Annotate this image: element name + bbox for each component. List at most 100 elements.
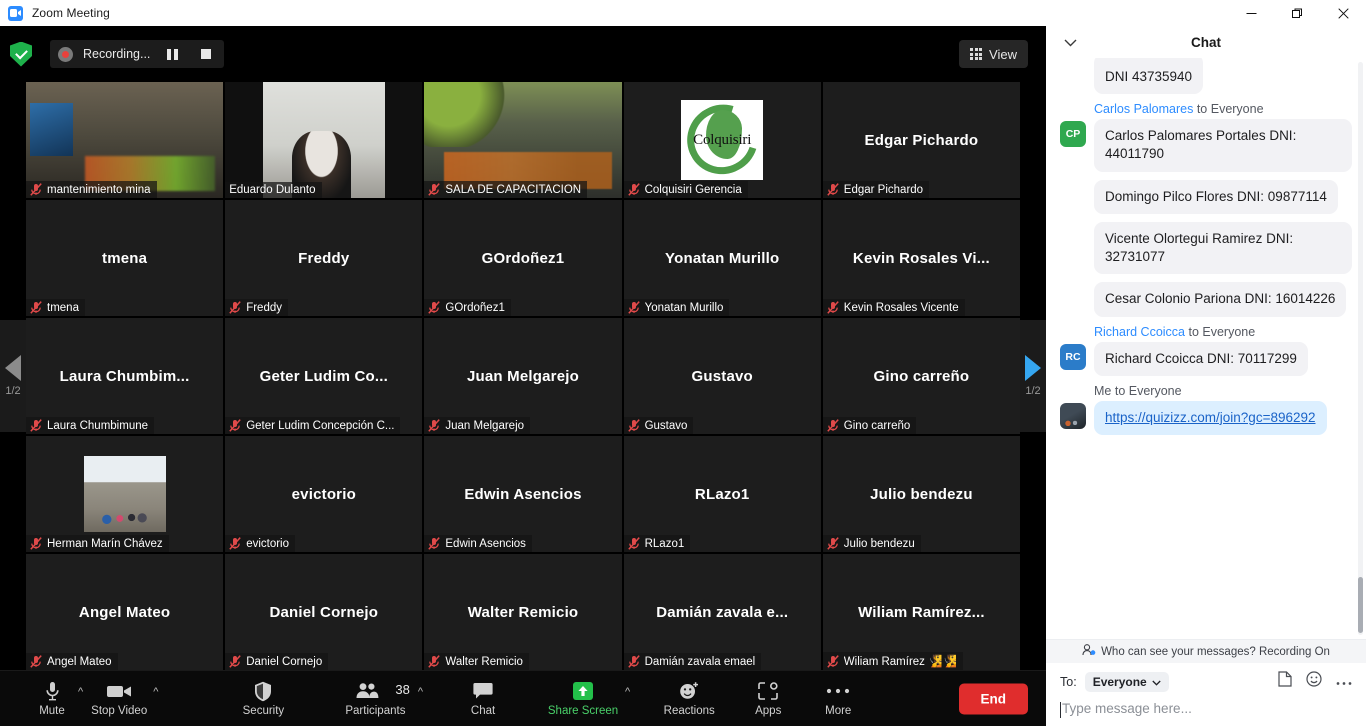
participant-tile[interactable]: tmena tmena (26, 200, 224, 316)
previous-page-button[interactable]: 1/2 (0, 82, 26, 670)
camera-icon (106, 680, 132, 702)
chat-message-sender: Me to Everyone (1094, 384, 1352, 398)
mute-button[interactable]: Mute (26, 680, 78, 717)
reactions-label: Reactions (663, 705, 715, 717)
participant-tile[interactable]: Geter Ludim Co... Geter Ludim Concepción … (225, 318, 423, 434)
participant-display-name: Damián zavala e... (656, 603, 789, 621)
muted-microphone-icon (229, 655, 241, 668)
next-page-button[interactable]: 1/2 (1020, 82, 1046, 670)
participant-display-name: Geter Ludim Co... (259, 367, 388, 385)
participant-name-label: Kevin Rosales Vicente (843, 301, 959, 314)
share-screen-button[interactable]: Share Screen (541, 680, 625, 717)
participant-name-label: Edgar Pichardo (843, 183, 924, 196)
reactions-button[interactable]: Reactions (656, 680, 722, 717)
chat-message: https://quizizz.com/join?gc=896292 (1060, 400, 1352, 435)
participant-name-label: evictorio (246, 537, 290, 550)
chat-message-input[interactable]: Type message here... (1060, 701, 1352, 718)
more-button[interactable]: More (814, 680, 862, 717)
chat-sender-recipient: to Everyone (1114, 383, 1182, 398)
participant-name-bar: Edwin Asencios (424, 535, 532, 552)
chat-recipient-select[interactable]: Everyone (1084, 671, 1169, 692)
window-body: Recording... View mantenimiento mina Edua… (0, 26, 1366, 726)
muted-microphone-icon (428, 655, 441, 668)
chat-message-bubble: Carlos Palomares Portales DNI: 44011790 (1094, 119, 1352, 172)
muted-microphone-icon (30, 183, 42, 196)
audio-options-caret-icon[interactable]: ^ (78, 686, 85, 712)
chat-button[interactable]: Chat (459, 680, 507, 717)
ellipsis-icon (826, 680, 850, 702)
participant-tile[interactable]: Damián zavala e... Damián zavala emael (623, 554, 821, 670)
participant-tile[interactable]: RLazo1 RLazo1 (623, 436, 821, 552)
shield-check-icon[interactable] (10, 41, 32, 67)
chat-label: Chat (470, 705, 496, 717)
chat-scrollbar[interactable] (1358, 62, 1363, 635)
more-label: More (825, 705, 852, 717)
participant-tile[interactable]: Laura Chumbim... Laura Chumbimune (26, 318, 224, 434)
shield-icon (254, 680, 272, 702)
smiley-icon[interactable] (1306, 671, 1322, 692)
chevron-down-icon[interactable] (1064, 35, 1077, 50)
restore-button[interactable] (1274, 0, 1320, 26)
muted-microphone-icon (627, 419, 640, 432)
avatar: RC (1060, 343, 1086, 370)
end-meeting-button[interactable]: End (958, 683, 1028, 714)
participant-tile[interactable]: Kevin Rosales Vi... Kevin Rosales Vicente (822, 200, 1020, 316)
chat-privacy-text: Who can see your messages? Recording On (1101, 645, 1330, 658)
muted-microphone-icon (827, 183, 839, 196)
muted-microphone-icon (30, 301, 42, 314)
share-arrow-up-icon (572, 680, 594, 702)
speech-bubble-icon (473, 680, 493, 702)
participant-tile[interactable]: Wiliam Ramírez... Wiliam Ramírez 🧏🧏 (822, 554, 1020, 670)
participants-caret-icon[interactable]: ^ (418, 686, 425, 712)
participant-tile[interactable]: Angel Mateo Angel Mateo (26, 554, 224, 670)
participants-label: Participants (345, 705, 406, 717)
participant-tile[interactable]: Freddy Freddy (225, 200, 423, 316)
participant-name-bar: mantenimiento mina (26, 181, 157, 198)
participant-name-bar: Yonatan Murillo (623, 299, 730, 316)
muted-microphone-icon (229, 301, 241, 314)
close-button[interactable] (1320, 0, 1366, 26)
participant-tile[interactable]: Gustavo Gustavo (623, 318, 821, 434)
participant-tile[interactable]: Yonatan Murillo Yonatan Murillo (623, 200, 821, 316)
share-options-caret-icon[interactable]: ^ (625, 686, 632, 712)
participant-display-name: Gustavo (691, 367, 753, 385)
stop-video-button[interactable]: Stop Video (85, 680, 153, 717)
participant-tile[interactable]: Daniel Cornejo Daniel Cornejo (225, 554, 423, 670)
participant-tile[interactable]: GOrdoñez1 GOrdoñez1 (424, 200, 622, 316)
security-button[interactable]: Security (230, 680, 296, 717)
chat-message: Vicente Olortegui Ramirez DNI: 32731077 (1060, 221, 1352, 275)
chat-avatar-slot: RC (1060, 342, 1094, 370)
participant-name-label: Eduardo Dulanto (229, 184, 316, 196)
pause-recording-button[interactable] (160, 43, 184, 65)
participant-tile[interactable]: Julio bendezu Julio bendezu (822, 436, 1020, 552)
participant-display-name: Laura Chumbim... (59, 367, 190, 385)
stop-recording-button[interactable] (194, 43, 218, 65)
participant-tile[interactable]: Eduardo Dulanto (225, 82, 423, 198)
participant-tile[interactable]: evictorio evictorio (225, 436, 423, 552)
participant-tile[interactable]: Colquisiri Colquisiri Gerencia (623, 82, 821, 198)
participant-tile[interactable]: Walter Remicio Walter Remicio (424, 554, 622, 670)
chat-message-bubble[interactable]: https://quizizz.com/join?gc=896292 (1094, 400, 1327, 435)
ellipsis-icon[interactable] (1336, 673, 1352, 691)
view-button[interactable]: View (959, 40, 1028, 68)
muted-microphone-icon (627, 655, 640, 668)
participant-tile[interactable]: mantenimiento mina (26, 82, 224, 198)
participant-display-name: Freddy (298, 249, 350, 267)
participant-tile[interactable]: Edgar Pichardo Edgar Pichardo (822, 82, 1020, 198)
chat-message-link[interactable]: https://quizizz.com/join?gc=896292 (1105, 410, 1316, 425)
apps-button[interactable]: Apps (744, 680, 792, 717)
video-options-caret-icon[interactable]: ^ (153, 686, 160, 712)
file-icon[interactable] (1278, 671, 1292, 692)
participant-tile[interactable]: SALA DE CAPACITACION (424, 82, 622, 198)
participant-name-label: SALA DE CAPACITACION (445, 183, 582, 196)
participant-tile[interactable]: Edwin Asencios Edwin Asencios (424, 436, 622, 552)
participant-tile[interactable]: Juan Melgarejo Juan Melgarejo (424, 318, 622, 434)
minimize-button[interactable] (1228, 0, 1274, 26)
chat-message-list[interactable]: DNI 43735940 Carlos Palomares to Everyone… (1046, 58, 1366, 639)
chat-header: Chat (1046, 26, 1366, 58)
page-indicator-left: 1/2 (5, 385, 21, 397)
smiley-plus-icon (678, 680, 700, 702)
participant-tile[interactable]: Herman Marín Chávez (26, 436, 224, 552)
participant-tile[interactable]: Gino carreño Gino carreño (822, 318, 1020, 434)
chat-scrollbar-thumb[interactable] (1358, 577, 1363, 633)
